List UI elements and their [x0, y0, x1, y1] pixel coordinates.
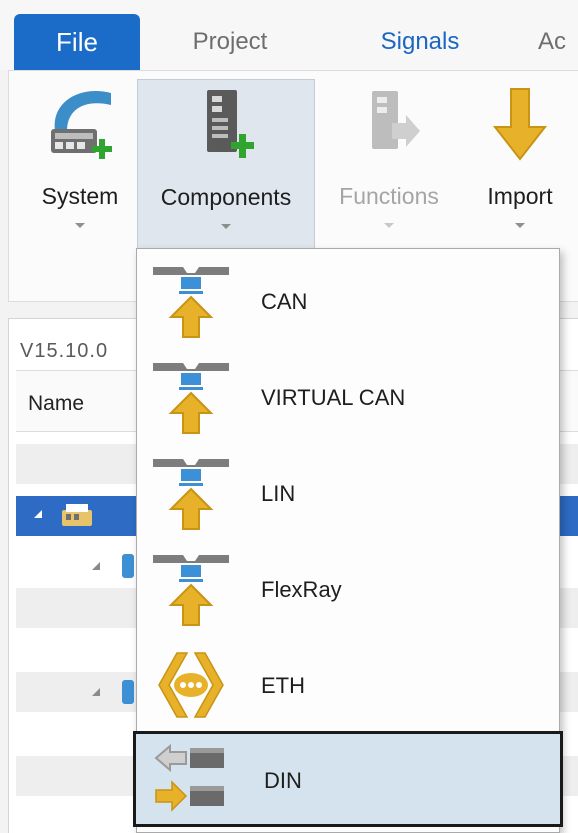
import-arrow-icon: [492, 88, 548, 161]
tab-partial[interactable]: Ac: [538, 14, 578, 70]
functions-button[interactable]: Functions: [321, 71, 457, 251]
expand-arrow-icon: [92, 562, 100, 570]
menu-item-label: LIN: [261, 481, 296, 506]
menu-item-flexray[interactable]: FlexRay: [137, 541, 559, 637]
ribbon-tab-bar: File Project Signals Ac: [0, 0, 578, 70]
ethernet-icon: [158, 652, 224, 718]
component-node-icon: [122, 554, 134, 578]
tab-project[interactable]: Project: [158, 14, 302, 70]
menu-item-lin[interactable]: LIN: [137, 445, 559, 541]
expand-arrow-icon: [34, 510, 42, 518]
menu-item-label: DIN: [264, 768, 302, 793]
bus-connector-icon: [153, 555, 229, 626]
chevron-down-icon: [75, 223, 85, 228]
components-button[interactable]: Components: [137, 79, 315, 249]
column-header-name[interactable]: Name: [28, 392, 84, 416]
digital-io-icon: [154, 743, 224, 812]
menu-item-label: ETH: [261, 673, 305, 698]
system-label: System: [41, 183, 119, 209]
expand-arrow-icon: [92, 688, 100, 696]
version-label: V15.10.0: [20, 340, 109, 362]
menu-item-label: VIRTUAL CAN: [261, 385, 406, 410]
component-add-icon: [207, 90, 254, 158]
bus-connector-icon: [153, 459, 229, 530]
menu-item-din[interactable]: DIN: [133, 731, 563, 827]
system-add-icon: [51, 90, 112, 159]
components-dropdown-menu: CAN VIRTUAL CAN LIN FlexRay ETH DIN: [133, 248, 563, 833]
system-button[interactable]: System: [23, 71, 137, 251]
menu-item-label: FlexRay: [261, 577, 342, 602]
import-label: Import: [487, 183, 553, 209]
component-node-icon: [122, 680, 134, 704]
menu-item-can[interactable]: CAN: [137, 253, 559, 349]
import-button[interactable]: Import: [457, 71, 578, 251]
functions-export-icon: [372, 91, 420, 149]
menu-item-eth[interactable]: ETH: [137, 637, 559, 733]
components-label: Components: [160, 184, 292, 210]
functions-label: Functions: [339, 183, 439, 209]
menu-item-virtual-can[interactable]: VIRTUAL CAN: [137, 349, 559, 445]
bus-connector-icon: [153, 363, 229, 434]
system-node-icon: [62, 504, 92, 526]
menu-item-label: CAN: [261, 289, 308, 314]
chevron-down-icon: [384, 223, 394, 228]
chevron-down-icon: [515, 223, 525, 228]
chevron-down-icon: [221, 224, 231, 229]
bus-connector-icon: [153, 267, 229, 338]
tab-file[interactable]: File: [14, 14, 140, 70]
tab-signals[interactable]: Signals: [356, 14, 484, 70]
